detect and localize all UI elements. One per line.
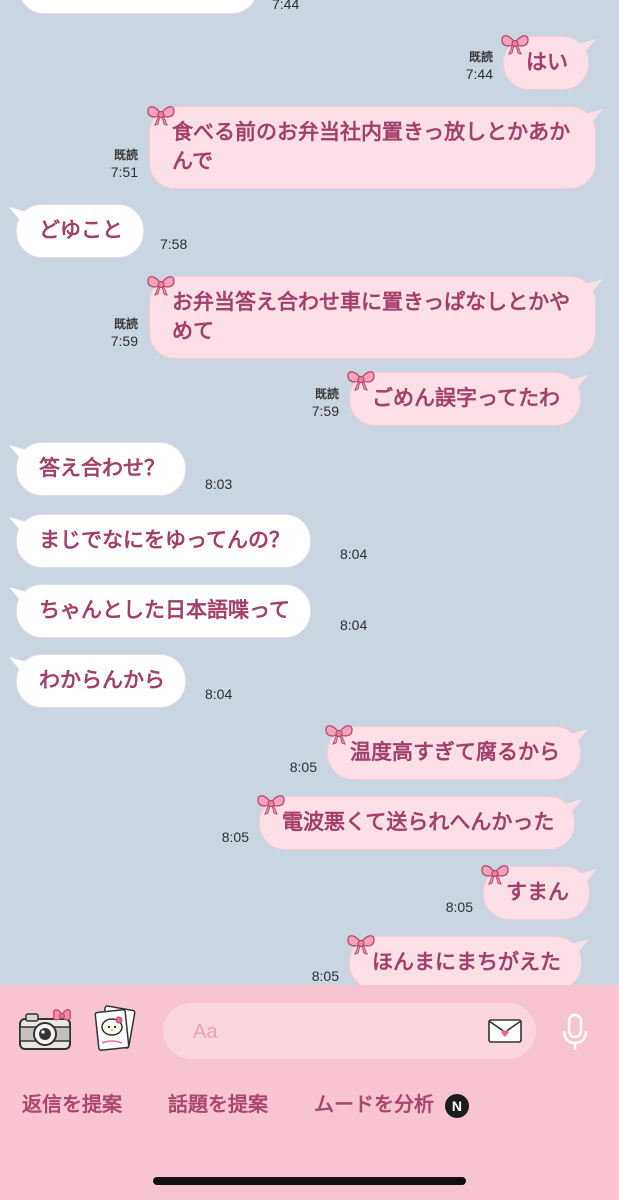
message-read-time: 既読 7:59 [311, 387, 339, 419]
ribbon-bow-icon [146, 104, 176, 126]
chat-area[interactable]: 7:44 はい 既読 7:44 食べる前のお弁当社内置きっ放しとかあかんで 既読… [0, 0, 619, 985]
message-bubble-incoming[interactable]: ちゃんとした日本語喋って [16, 584, 311, 638]
message-input-container [163, 1003, 536, 1059]
message-time: 8:04 [340, 617, 368, 633]
message-time: 8:05 [445, 899, 473, 915]
microphone-icon[interactable] [560, 1013, 590, 1053]
letter-icon[interactable] [488, 1018, 522, 1044]
home-indicator[interactable] [153, 1177, 466, 1185]
ribbon-bow-icon [480, 863, 510, 885]
read-receipt: 既読 [314, 387, 339, 401]
message-read-time: 既読 7:51 [110, 148, 138, 180]
message-time: 8:04 [340, 546, 368, 562]
message-time: 8:05 [311, 968, 339, 984]
new-badge: N [444, 1093, 469, 1118]
message-bubble-outgoing[interactable]: ほんまにまちがえた [349, 936, 582, 985]
ribbon-bow-icon [256, 793, 286, 815]
suggest-topic-button[interactable]: 話題を提案 [168, 1088, 268, 1117]
ribbon-bow-icon [324, 723, 354, 745]
message-bubble-incoming[interactable]: 答え合わせ？ [16, 442, 186, 496]
message-bubble-incoming[interactable] [18, 0, 258, 14]
ribbon-bow-icon [500, 33, 530, 55]
input-bar: 返信を提案 話題を提案 ムードを分析 N [0, 985, 619, 1200]
read-receipt: 既読 [113, 317, 138, 331]
read-receipt: 既読 [113, 148, 138, 162]
message-bubble-outgoing[interactable]: 食べる前のお弁当社内置きっ放しとかあかんで [149, 106, 596, 189]
camera-icon[interactable] [18, 1007, 74, 1053]
ribbon-bow-icon [346, 933, 376, 955]
message-input[interactable] [191, 1017, 475, 1047]
read-receipt: 既読 [468, 50, 493, 64]
suggest-reply-button[interactable]: 返信を提案 [22, 1088, 122, 1117]
message-time: 8:05 [289, 759, 317, 775]
message-time: 8:05 [221, 829, 249, 845]
message-bubble-outgoing[interactable]: お弁当答え合わせ車に置きっぱなしとかやめて [149, 276, 596, 359]
message-read-time: 既読 7:44 [465, 50, 493, 82]
message-read-time: 既読 7:59 [110, 317, 138, 349]
sticker-album-icon[interactable] [92, 1005, 140, 1055]
message-time: 7:44 [272, 0, 300, 12]
message-bubble-incoming[interactable]: どゆこと [16, 204, 144, 258]
message-bubble-incoming[interactable]: まじでなにをゆってんの？ [16, 514, 311, 568]
ribbon-bow-icon [346, 369, 376, 391]
analyze-mood-button[interactable]: ムードを分析 N [314, 1088, 469, 1118]
message-bubble-incoming[interactable]: わからんから [16, 654, 186, 708]
message-bubble-outgoing[interactable]: ごめん誤字ってたわ [349, 372, 581, 426]
ribbon-bow-icon [146, 274, 176, 296]
message-bubble-outgoing[interactable]: 電波悪くて送られへんかった [259, 796, 576, 850]
message-bubble-outgoing[interactable]: 温度高すぎて腐るから [327, 726, 581, 780]
message-time: 8:03 [205, 476, 233, 492]
message-time: 8:04 [205, 686, 233, 702]
message-time: 7:58 [160, 236, 188, 252]
